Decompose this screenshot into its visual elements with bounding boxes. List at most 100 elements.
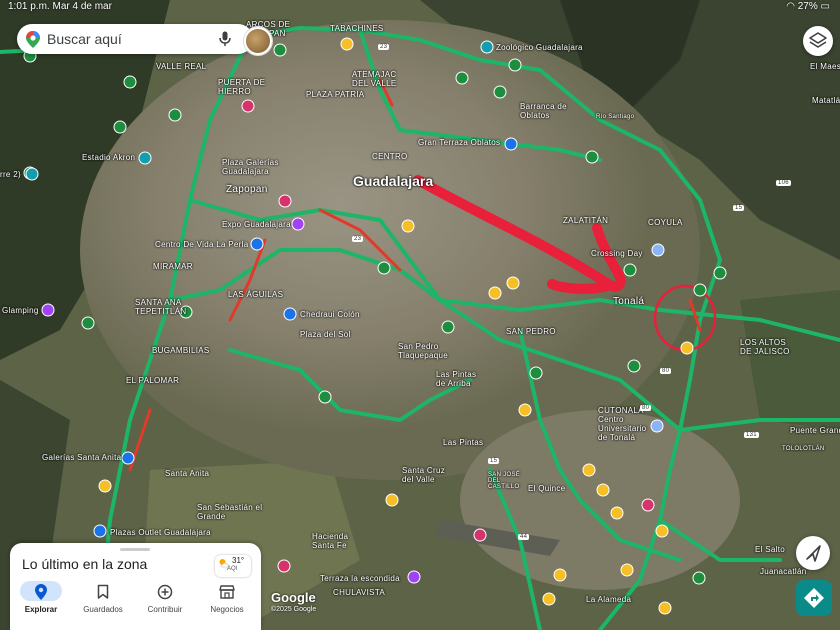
map-label: SAN PEDRO xyxy=(506,327,556,336)
wifi-icon: ◠ xyxy=(786,1,795,12)
map-label: Río Santiago xyxy=(596,114,635,120)
map-label: Terraza la escondida xyxy=(320,574,400,583)
map-label: ATEMAJAC DEL VALLE xyxy=(352,70,397,88)
map-label: CUTONALÁ Centro Universitario de Tonalá xyxy=(598,406,647,442)
map-label: BUGAMBILIAS xyxy=(152,346,210,355)
map-label: San Sebastián el Grande xyxy=(197,503,263,521)
map-label: SAN JOSÉ DEL CASTILLO xyxy=(488,472,521,490)
road-shield: 15 xyxy=(488,458,500,464)
tab-negocios[interactable]: Negocios xyxy=(196,581,258,621)
map-label: Barranca de Oblatos xyxy=(520,102,567,120)
map-label-tonala: Tonalá xyxy=(613,296,645,307)
map-label: SANTA ANA TEPETITLÁN xyxy=(135,298,187,316)
map-label: Puente Grande xyxy=(790,426,840,435)
map-label: Glamping xyxy=(2,306,39,315)
map-label: Matatlá xyxy=(812,96,840,105)
map-label: LOS ALTOS DE JALISCO xyxy=(740,338,790,356)
my-location-button[interactable] xyxy=(796,536,830,570)
sheet-drag-handle[interactable] xyxy=(120,548,150,551)
map-label: Centro De Vida La Perla xyxy=(155,240,249,249)
directions-icon xyxy=(804,588,824,608)
map-label: Santa Anita xyxy=(165,469,210,478)
pin-icon xyxy=(35,584,47,600)
map-label: Galerías Santa Anita xyxy=(42,453,122,462)
battery-icon: ▭ xyxy=(820,1,830,12)
map-label: La Alameda xyxy=(586,595,632,604)
map-label: Chedraui Colón xyxy=(300,310,360,319)
store-icon xyxy=(219,585,235,599)
map-label: Las Pintas de Arriba xyxy=(436,370,477,388)
map-label: rre 2) xyxy=(0,170,21,179)
directions-button[interactable] xyxy=(796,580,832,616)
map-label: Plazas Outlet Guadalajara xyxy=(110,528,211,537)
layers-icon xyxy=(809,32,827,48)
status-time-date: 1:01 p.m. Mar 4 de mar xyxy=(8,0,112,14)
map-label: ZALATITÁN xyxy=(563,216,609,225)
map-label: Hacienda Santa Fe xyxy=(312,532,349,550)
road-shield: 106 xyxy=(776,180,791,186)
battery-level: 27% xyxy=(797,1,818,12)
map-label: LAS ÁGUILAS xyxy=(228,290,284,299)
road-shield: 15 xyxy=(733,205,745,211)
map-label: TOLOLOTLÁN xyxy=(782,446,825,452)
map-label: Estadio Akron xyxy=(82,153,136,162)
tab-label: Explorar xyxy=(24,605,58,614)
search-bar[interactable]: Buscar aquí xyxy=(17,24,272,55)
map-label: Expo Guadalajara xyxy=(222,220,291,229)
map-label: PLAZA PATRIA xyxy=(306,90,365,99)
map-label: EL PALOMAR xyxy=(126,376,180,385)
add-circle-icon xyxy=(157,584,173,600)
map-label: El Maes xyxy=(810,62,840,71)
map-label-guadalajara: Guadalajara xyxy=(353,173,434,189)
map-label: CHULAVISTA xyxy=(333,588,386,597)
map-label: Plaza Galerías Guadalajara xyxy=(222,158,279,176)
search-input[interactable]: Buscar aquí xyxy=(47,31,122,47)
status-date: Mar 4 de mar xyxy=(52,1,112,12)
road-shield: 80 xyxy=(640,405,652,411)
weather-chip[interactable]: 31° AQI xyxy=(215,555,251,577)
road-shield: 131 xyxy=(744,432,759,438)
map-label: PUERTA DE HIERRO xyxy=(218,78,266,96)
map-label: CENTRO xyxy=(372,152,408,161)
bookmark-icon xyxy=(97,584,109,599)
navigation-arrow-icon xyxy=(806,545,821,562)
weather-temp: 31° xyxy=(232,556,245,565)
map-label: Zoológico Guadalajara xyxy=(496,43,583,52)
map-label: El Salto xyxy=(755,545,785,554)
account-avatar[interactable] xyxy=(244,27,272,55)
status-bar: 1:01 p.m. Mar 4 de mar ◠ 27% ▭ xyxy=(0,0,840,14)
map-label: VALLE REAL xyxy=(156,62,207,71)
map-label: El Quince xyxy=(528,484,566,493)
map-label: Las Pintas xyxy=(443,438,484,447)
google-logo: Google xyxy=(271,590,316,605)
google-maps-logo-icon xyxy=(26,31,40,53)
bottom-sheet[interactable]: Lo último en la zona 31° AQI Explorar Gu… xyxy=(10,543,261,630)
map-label: MIRAMAR xyxy=(153,262,193,271)
map-label: Plaza del Sol xyxy=(300,330,351,339)
map-label-zapopan: Zapopan xyxy=(226,184,268,195)
map-label: San Pedro Tlaquepaque xyxy=(398,342,449,360)
status-time: 1:01 p.m. xyxy=(8,1,50,12)
road-shield: 23 xyxy=(352,236,364,242)
tab-label: Negocios xyxy=(210,605,244,614)
map-label: TABACHINES xyxy=(330,24,384,33)
map-label: Santa Cruz del Valle xyxy=(402,466,446,484)
tab-label: Contribuir xyxy=(147,605,183,614)
tab-contribuir[interactable]: Contribuir xyxy=(134,581,196,621)
map-copyright: ©2025 Google xyxy=(271,606,317,613)
microphone-icon[interactable] xyxy=(219,31,231,52)
map-label: Gran Terraza Oblatos xyxy=(418,138,501,147)
layers-button[interactable] xyxy=(803,26,833,56)
satellite-map[interactable]: Guadalajara Zapopan Tonalá TABACHINES AR… xyxy=(0,0,840,630)
road-shield: 23 xyxy=(378,44,390,50)
tab-explorar[interactable]: Explorar xyxy=(10,581,72,621)
air-quality-label: AQI xyxy=(227,566,238,572)
status-right: ◠ 27% ▭ xyxy=(786,0,830,14)
road-shield: 80 xyxy=(660,368,672,374)
sheet-title: Lo último en la zona xyxy=(22,556,148,572)
road-shield: 44 xyxy=(518,534,530,540)
tab-guardados[interactable]: Guardados xyxy=(72,581,134,621)
map-label: Crossing Day xyxy=(591,249,643,258)
map-label: COYULA xyxy=(648,218,683,227)
tab-label: Guardados xyxy=(83,605,123,614)
